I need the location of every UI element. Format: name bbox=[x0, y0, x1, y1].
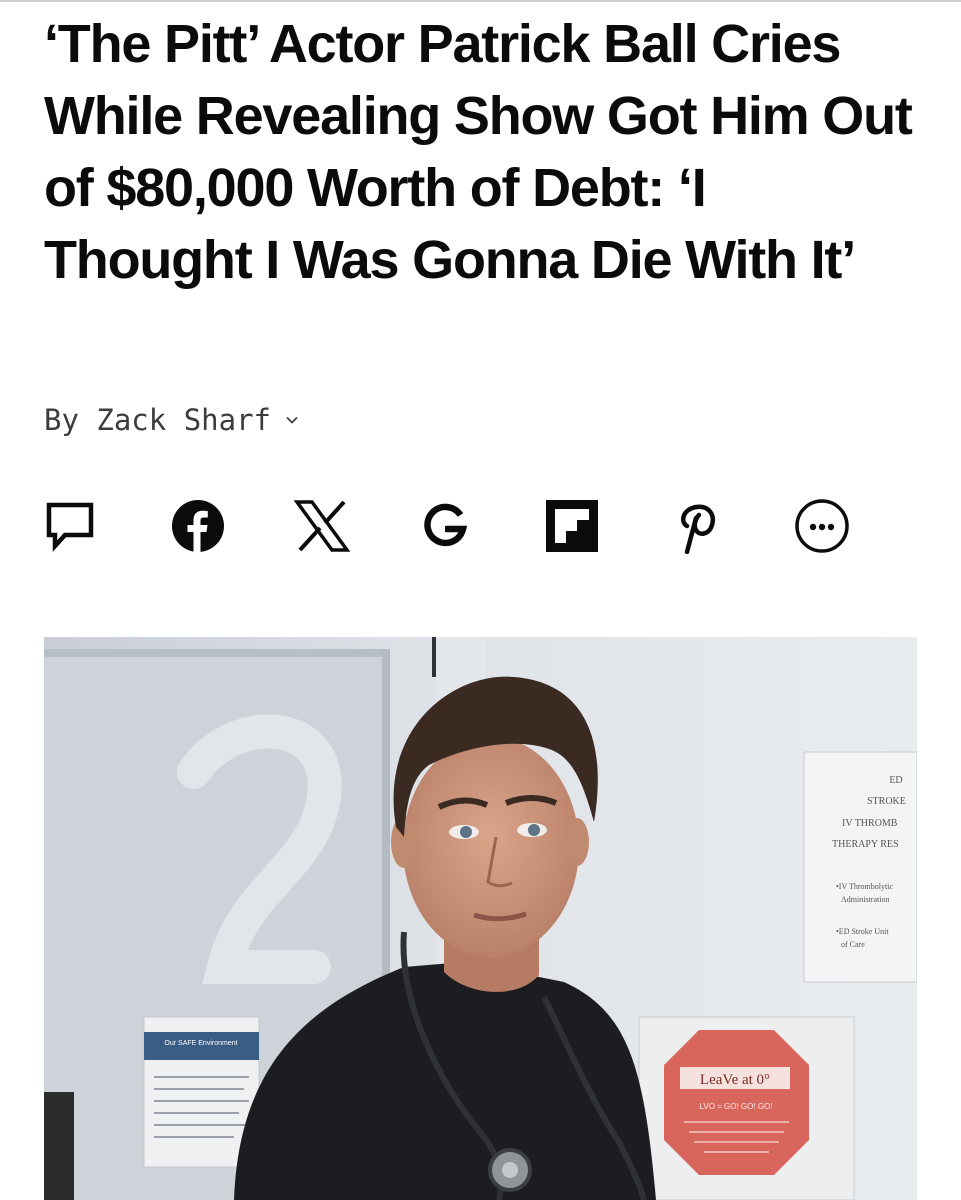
article-hero-image[interactable]: Our SAFE Environment ED STROKE IV THROMB… bbox=[44, 637, 917, 1200]
sign-line-8: of Care bbox=[841, 940, 865, 949]
top-divider bbox=[0, 0, 961, 2]
chevron-down-icon[interactable] bbox=[285, 413, 299, 427]
comment-icon[interactable] bbox=[42, 498, 98, 554]
flipboard-icon[interactable] bbox=[544, 498, 600, 554]
sign-line-4: THERAPY RES bbox=[832, 839, 899, 850]
x-icon[interactable] bbox=[294, 498, 350, 554]
pinterest-icon[interactable] bbox=[668, 498, 724, 554]
sign-line-3: IV THROMB bbox=[842, 818, 898, 829]
sign-line-2: STROKE bbox=[867, 796, 906, 807]
sign-line-1: ED bbox=[889, 775, 902, 786]
facebook-icon[interactable] bbox=[170, 498, 226, 554]
author-name[interactable]: Zack Sharf bbox=[96, 403, 271, 437]
stop-sign-subtext: LVO = GO! GO! GO! bbox=[700, 1102, 773, 1111]
more-icon[interactable] bbox=[794, 498, 850, 554]
byline-prefix: By bbox=[44, 403, 79, 437]
byline[interactable]: By Zack Sharf bbox=[44, 403, 299, 437]
stop-sign-text: LeaVe at 0° bbox=[700, 1072, 770, 1088]
sign-line-7: •ED Stroke Unit bbox=[836, 927, 889, 936]
share-bar bbox=[44, 498, 864, 558]
hero-photo-illustration: Our SAFE Environment ED STROKE IV THROMB… bbox=[44, 637, 917, 1200]
sign-line-5: •IV Thrombolytic bbox=[836, 882, 893, 891]
article-headline: ‘The Pitt’ Actor Patrick Ball Cries Whil… bbox=[44, 14, 913, 290]
sign-line-6: Administration bbox=[841, 895, 889, 904]
google-icon[interactable] bbox=[417, 498, 473, 554]
poster-title: Our SAFE Environment bbox=[164, 1040, 237, 1047]
